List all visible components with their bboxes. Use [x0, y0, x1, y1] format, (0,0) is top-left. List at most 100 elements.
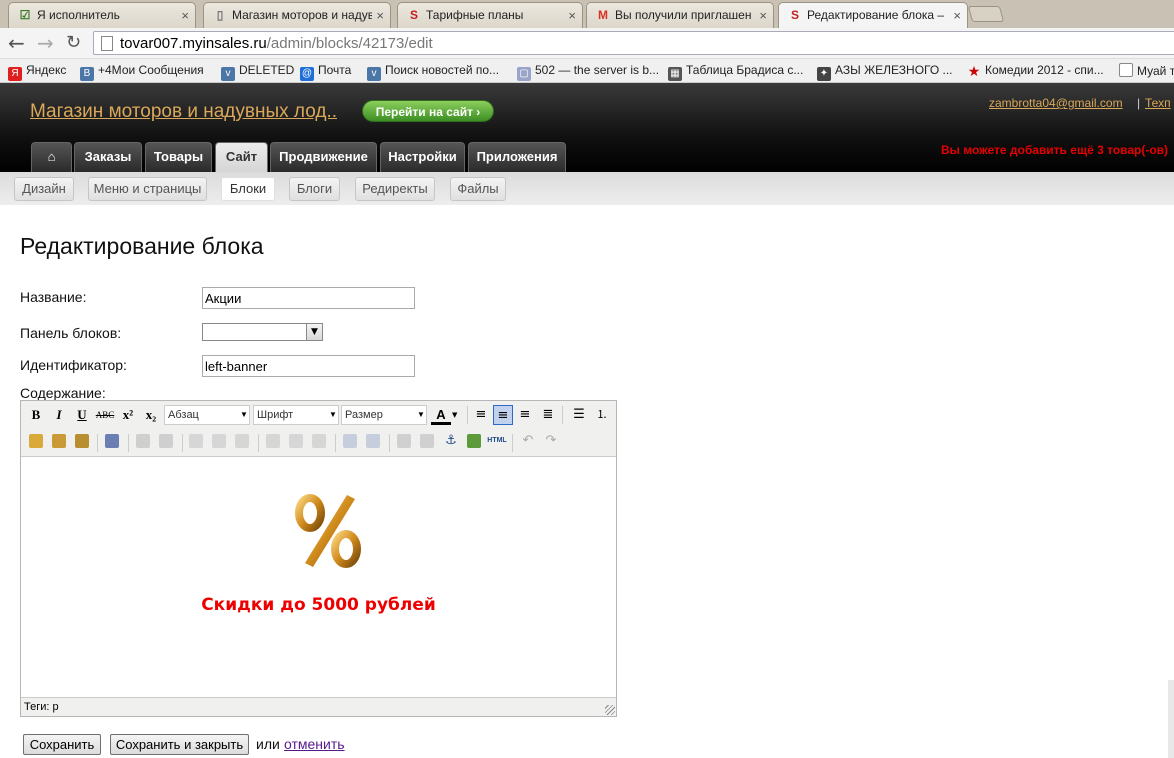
subscript-icon[interactable]: x₂: [141, 405, 161, 425]
browser-tab[interactable]: M Вы получили приглашен ×: [586, 2, 774, 28]
close-icon[interactable]: ×: [376, 8, 384, 23]
anchor-icon[interactable]: ⚓: [441, 431, 461, 451]
align-left-icon[interactable]: ≡: [471, 405, 491, 425]
subnav-files[interactable]: Файлы: [450, 177, 506, 201]
bookmark-item[interactable]: ▢ 502 — the server is b...: [517, 63, 659, 81]
tab-promotion[interactable]: Продвижение: [270, 142, 377, 172]
align-justify-icon[interactable]: ≣: [538, 405, 558, 425]
user-email-link[interactable]: zambrotta04@gmail.com: [989, 96, 1123, 110]
browser-tab[interactable]: ☑ Я исполнитель ×: [8, 2, 196, 28]
bookmark-item[interactable]: Муай т: [1119, 63, 1174, 78]
bookmark-item[interactable]: B +4Мои Сообщения: [80, 63, 204, 81]
new-tab-button[interactable]: [967, 6, 1005, 22]
bookmark-item[interactable]: ✦ АЗЫ ЖЕЛЕЗНОГО ...: [817, 63, 953, 81]
name-input[interactable]: [202, 287, 415, 309]
url-path: /admin/blocks/42173/edit: [266, 35, 433, 52]
panel-select[interactable]: ▼: [202, 323, 323, 341]
superscript-icon[interactable]: x²: [118, 405, 138, 425]
editor-content-area[interactable]: Скидки до 5000 рублей: [21, 457, 616, 697]
cancel-link[interactable]: отменить: [284, 736, 345, 752]
insert-col-before-icon[interactable]: [266, 434, 280, 448]
home-icon: ⌂: [47, 149, 56, 164]
insert-image-icon[interactable]: [467, 434, 481, 448]
address-bar[interactable]: tovar007.myinsales.ru/admin/blocks/42173…: [93, 31, 1174, 55]
numbered-list-icon[interactable]: ⒈: [592, 405, 612, 425]
insert-row-before-icon[interactable]: [189, 434, 203, 448]
browser-tab[interactable]: S Тарифные планы ×: [397, 2, 583, 28]
redo-icon[interactable]: ↷: [541, 431, 561, 451]
close-icon[interactable]: ×: [953, 8, 961, 23]
bookmark-item[interactable]: Я Яндекс: [8, 63, 66, 81]
tab-home[interactable]: ⌂: [31, 142, 72, 172]
bookmark-item[interactable]: v Поиск новостей по...: [367, 63, 499, 81]
bookmark-item[interactable]: v DELETED: [221, 63, 294, 81]
unlink-icon[interactable]: [420, 434, 434, 448]
dropdown-arrow-icon[interactable]: ▼: [306, 324, 322, 340]
discount-text: Скидки до 5000 рублей: [201, 595, 436, 615]
paste-icon[interactable]: [29, 434, 43, 448]
table-row-icon[interactable]: [136, 434, 150, 448]
close-icon[interactable]: ×: [568, 8, 576, 23]
browser-tab[interactable]: ▯ Магазин моторов и надув ×: [203, 2, 391, 28]
save-button[interactable]: Сохранить: [23, 734, 101, 755]
back-arrow-icon[interactable]: ←: [8, 32, 25, 54]
url-host: tovar007.myinsales.ru: [120, 35, 267, 52]
merge-cells-icon[interactable]: [366, 434, 380, 448]
browser-toolbar: ← → ↻ tovar007.myinsales.ru/admin/blocks…: [0, 28, 1174, 59]
insert-row-after-icon[interactable]: [212, 434, 226, 448]
tab-settings[interactable]: Настройки: [380, 142, 465, 172]
product-limit-warning: Вы можете добавить ещё 3 товар(-ов): [941, 143, 1169, 157]
subnav-blogs[interactable]: Блоги: [289, 177, 340, 201]
paste-text-icon[interactable]: [52, 434, 66, 448]
paste-word-icon[interactable]: [75, 434, 89, 448]
bookmark-item[interactable]: @ Почта: [300, 63, 351, 81]
shop-name-link[interactable]: Магазин моторов и надувных лод..: [30, 101, 337, 123]
subnav-blocks[interactable]: Блоки: [221, 177, 275, 201]
close-icon[interactable]: ×: [759, 8, 767, 23]
tab-products[interactable]: Товары: [145, 142, 212, 172]
delete-col-icon[interactable]: [312, 434, 326, 448]
html-source-icon[interactable]: HTML: [487, 431, 507, 451]
tab-orders[interactable]: Заказы: [74, 142, 142, 172]
align-right-icon[interactable]: ≡: [515, 405, 535, 425]
go-to-site-button[interactable]: Перейти на сайт ›: [362, 100, 494, 122]
subnav-redirects[interactable]: Редиректы: [355, 177, 435, 201]
bookmark-item[interactable]: ▦ Таблица Брадиса с...: [668, 63, 803, 81]
percent-symbol-image: [289, 491, 369, 571]
editor-status-bar: Теги: p: [21, 697, 616, 716]
subnav-design[interactable]: Дизайн: [14, 177, 74, 201]
text-color-arrow-icon[interactable]: ▼: [452, 411, 457, 419]
reload-icon[interactable]: ↻: [66, 32, 81, 54]
table-col-icon[interactable]: [159, 434, 173, 448]
underline-icon[interactable]: U: [72, 405, 92, 425]
scrollbar[interactable]: [1168, 680, 1174, 758]
tab-label: Магазин моторов и надув: [232, 8, 372, 22]
forward-arrow-icon[interactable]: →: [37, 32, 54, 54]
font-dropdown[interactable]: Шрифт ▼: [253, 405, 339, 425]
format-dropdown[interactable]: Абзац ▼: [164, 405, 250, 425]
insert-col-after-icon[interactable]: [289, 434, 303, 448]
resize-grip-icon[interactable]: [605, 705, 615, 715]
subnav-menu-pages[interactable]: Меню и страницы: [88, 177, 207, 201]
delete-row-icon[interactable]: [235, 434, 249, 448]
browser-tab-active[interactable]: S Редактирование блока – ×: [778, 2, 968, 29]
name-label: Название:: [20, 289, 87, 305]
strikethrough-icon[interactable]: ABC: [95, 405, 115, 425]
bold-icon[interactable]: B: [26, 405, 46, 425]
tab-site[interactable]: Сайт: [215, 142, 268, 173]
edit-source-icon[interactable]: [105, 434, 119, 448]
bullet-list-icon[interactable]: ☰: [569, 405, 589, 425]
identifier-input[interactable]: [202, 355, 415, 377]
split-cells-icon[interactable]: [343, 434, 357, 448]
size-dropdown[interactable]: Размер ▼: [341, 405, 427, 425]
support-link[interactable]: Техп: [1145, 96, 1171, 110]
tab-apps[interactable]: Приложения: [468, 142, 566, 172]
bookmark-item[interactable]: ★ Комедии 2012 - спи...: [967, 63, 1104, 78]
save-and-close-button[interactable]: Сохранить и закрыть: [110, 734, 249, 755]
link-icon[interactable]: [397, 434, 411, 448]
close-icon[interactable]: ×: [181, 8, 189, 23]
align-center-icon[interactable]: ≡: [493, 405, 513, 425]
italic-icon[interactable]: I: [49, 405, 69, 425]
text-color-icon[interactable]: A: [431, 405, 451, 425]
undo-icon[interactable]: ↶: [518, 431, 538, 451]
